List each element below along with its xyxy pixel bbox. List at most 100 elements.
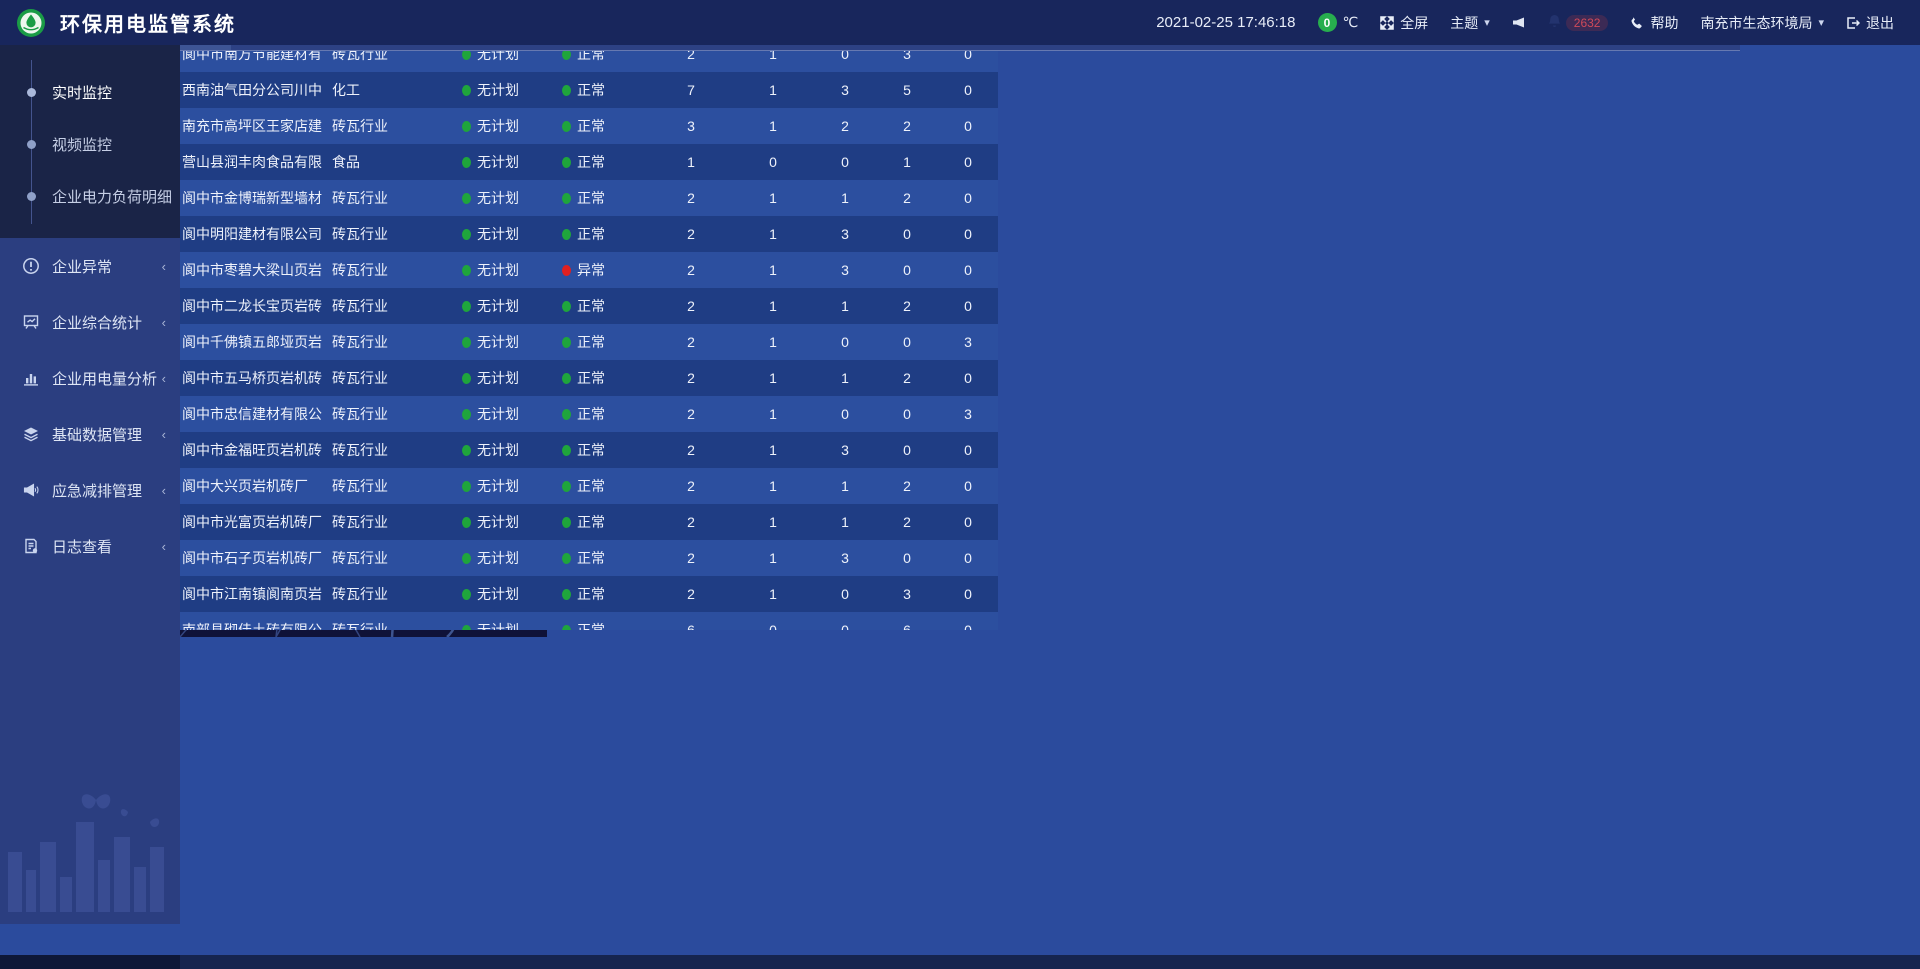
cell-total-meter: 1 (732, 442, 814, 458)
cell-treatment: 正常 (548, 80, 650, 100)
app: 环保用电监管系统 2021-02-25 17:46:18 0 ℃ 全屏 主题 ▾… (0, 0, 1920, 969)
sidebar-group-4[interactable]: 基础数据管理‹ (0, 406, 180, 462)
sidebar-item-label: 企业电力负荷明细 (52, 186, 172, 207)
cell-run: 0 (814, 334, 876, 350)
status-dot-green (462, 589, 471, 600)
status-dot-green (462, 265, 471, 276)
cell-monitor-points: 2 (650, 550, 732, 566)
sidebar-group-2[interactable]: 企业综合统计‹ (0, 294, 180, 350)
cell-industry: 砖瓦行业 (332, 404, 444, 424)
board-icon (22, 313, 40, 331)
cell-industry: 砖瓦行业 (332, 476, 444, 496)
sidebar-item-1[interactable]: 视频监控 (0, 118, 180, 170)
cell-monitor-points: 2 (650, 334, 732, 350)
cell-stop-limit: 无计划 (444, 548, 548, 568)
cell-lost: 0 (938, 514, 998, 530)
help-button[interactable]: 帮助 (1630, 13, 1678, 33)
sidebar-group-5[interactable]: 应急减排管理‹ (0, 462, 180, 518)
cell-stop: 0 (876, 442, 938, 458)
notification-count-badge: 2632 (1566, 15, 1609, 31)
fullscreen-button[interactable]: 全屏 (1380, 13, 1428, 33)
sidebar-group-3[interactable]: 企业用电量分析‹ (0, 350, 180, 406)
cell-monitor-points: 2 (650, 442, 732, 458)
cell-treatment: 正常 (548, 296, 650, 316)
cell-industry: 砖瓦行业 (332, 188, 444, 208)
cell-stop: 2 (876, 190, 938, 206)
sidebar-group-label: 企业异常 (52, 256, 112, 277)
exit-button[interactable]: 退出 (1846, 13, 1894, 33)
cell-stop-limit: 无计划 (444, 440, 548, 460)
cell-company: 阆中市忠信建材有限公 (182, 404, 332, 424)
cell-treatment: 异常 (548, 260, 650, 280)
cell-stop: 0 (876, 550, 938, 566)
cell-company: 营山县润丰肉食品有限 (182, 152, 332, 172)
cell-industry: 砖瓦行业 (332, 368, 444, 388)
cell-run: 1 (814, 478, 876, 494)
status-dot-green (462, 445, 471, 456)
cell-run: 3 (814, 550, 876, 566)
cell-run: 1 (814, 370, 876, 386)
cell-stop: 0 (876, 226, 938, 242)
sidebar-item-2[interactable]: 企业电力负荷明细 (0, 170, 180, 222)
cell-stop: 0 (876, 334, 938, 350)
status-dot-green (562, 625, 571, 631)
chevron-left-icon: ‹ (162, 315, 166, 330)
cell-monitor-points: 1 (650, 154, 732, 170)
status-dot-green (462, 481, 471, 492)
sidebar-group-6[interactable]: 日志查看‹ (0, 518, 180, 574)
cell-lost: 0 (938, 154, 998, 170)
status-dot-green (462, 229, 471, 240)
cell-stop: 0 (876, 406, 938, 422)
cell-run: 0 (814, 622, 876, 630)
cell-stop: 1 (876, 154, 938, 170)
sidebar-group-label: 企业用电量分析 (52, 368, 157, 389)
cell-run: 1 (814, 514, 876, 530)
cell-total-meter: 1 (732, 298, 814, 314)
cell-company: 阆中市石子页岩机砖厂 (182, 548, 332, 568)
cell-stop: 2 (876, 514, 938, 530)
cell-company: 西南油气田分公司川中 (182, 80, 332, 100)
cell-company: 阆中市二龙长宝页岩砖 (182, 296, 332, 316)
bullet-icon (27, 140, 36, 149)
layers-icon (22, 425, 40, 443)
fullscreen-icon (1380, 16, 1394, 30)
cell-treatment: 正常 (548, 188, 650, 208)
cell-run: 3 (814, 442, 876, 458)
status-dot-green (562, 589, 571, 600)
temperature-value-badge: 0 (1318, 13, 1337, 32)
cell-monitor-points: 2 (650, 514, 732, 530)
exit-icon (1846, 16, 1860, 30)
cell-monitor-points: 3 (650, 118, 732, 134)
status-dot-red (562, 265, 571, 276)
cell-stop-limit: 无计划 (444, 224, 548, 244)
cell-company: 阆中市光富页岩机砖厂 (182, 512, 332, 532)
cell-industry: 砖瓦行业 (332, 224, 444, 244)
status-dot-green (462, 553, 471, 564)
cell-total-meter: 1 (732, 370, 814, 386)
org-dropdown[interactable]: 南充市生态环境局 ▾ (1700, 13, 1824, 33)
cell-stop-limit: 无计划 (444, 620, 548, 630)
notifications-button[interactable]: 2632 (1547, 14, 1609, 32)
mute-button[interactable] (1512, 16, 1525, 29)
cell-treatment: 正常 (548, 224, 650, 244)
cell-stop: 6 (876, 622, 938, 630)
status-dot-green (562, 517, 571, 528)
cell-lost: 0 (938, 118, 998, 134)
cell-monitor-points: 2 (650, 226, 732, 242)
status-dot-green (562, 337, 571, 348)
caret-down-icon: ▾ (1484, 16, 1490, 29)
top-header: 环保用电监管系统 2021-02-25 17:46:18 0 ℃ 全屏 主题 ▾… (0, 0, 1920, 45)
chevron-left-icon: ‹ (162, 427, 166, 442)
theme-dropdown[interactable]: 主题 ▾ (1450, 13, 1490, 33)
sidebar-skyline-decoration (0, 782, 180, 912)
status-dot-green (462, 373, 471, 384)
cell-monitor-points: 6 (650, 622, 732, 630)
cell-treatment: 正常 (548, 368, 650, 388)
sidebar-item-0[interactable]: 实时监控 (0, 66, 180, 118)
cell-industry: 砖瓦行业 (332, 440, 444, 460)
cell-lost: 0 (938, 226, 998, 242)
sidebar-group-1[interactable]: 企业异常‹ (0, 238, 180, 294)
cell-company: 阆中千佛镇五郎垭页岩 (182, 332, 332, 352)
datetime-label: 2021-02-25 17:46:18 (1156, 14, 1295, 31)
cell-industry: 砖瓦行业 (332, 512, 444, 532)
